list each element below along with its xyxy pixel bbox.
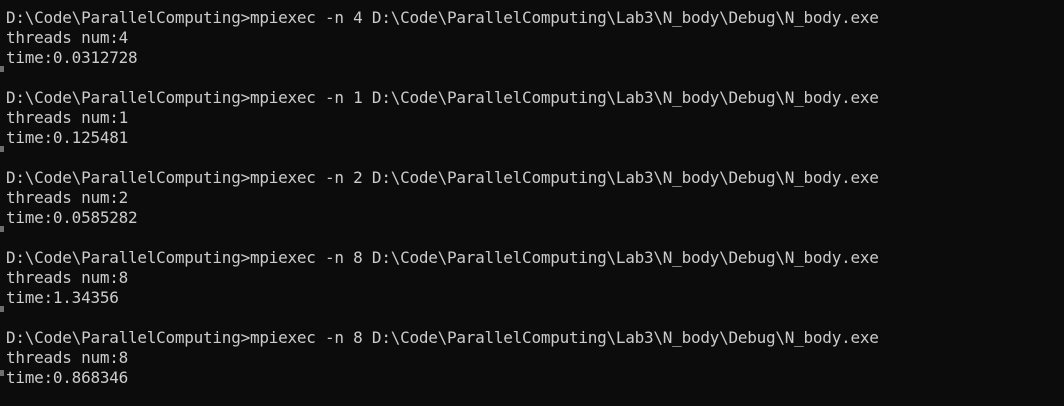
console-output[interactable]: D:\Code\ParallelComputing>mpiexec -n 4 D… xyxy=(0,0,1064,406)
output-line: time:1.34356 xyxy=(6,288,119,307)
output-line: threads num:1 xyxy=(6,108,128,127)
output-line: time:0.0585282 xyxy=(6,208,138,227)
edge-artifact xyxy=(0,226,4,232)
command-line: D:\Code\ParallelComputing>mpiexec -n 8 D… xyxy=(6,248,879,267)
edge-artifact xyxy=(0,306,4,312)
left-edge-strip xyxy=(0,0,4,406)
output-line: time:0.0312728 xyxy=(6,48,138,67)
command-line: D:\Code\ParallelComputing>mpiexec -n 1 D… xyxy=(6,88,879,107)
edge-artifact xyxy=(0,146,4,152)
edge-artifact xyxy=(0,370,4,376)
command-line: D:\Code\ParallelComputing>mpiexec -n 4 D… xyxy=(6,8,879,27)
output-line: time:0.125481 xyxy=(6,128,128,147)
command-line: D:\Code\ParallelComputing>mpiexec -n 8 D… xyxy=(6,328,879,347)
command-line: D:\Code\ParallelComputing>mpiexec -n 2 D… xyxy=(6,168,879,187)
output-line: threads num:8 xyxy=(6,348,128,367)
output-line: time:0.868346 xyxy=(6,368,128,387)
output-line: threads num:8 xyxy=(6,268,128,287)
edge-artifact xyxy=(0,66,4,72)
output-line: threads num:4 xyxy=(6,28,128,47)
output-line: threads num:2 xyxy=(6,188,128,207)
